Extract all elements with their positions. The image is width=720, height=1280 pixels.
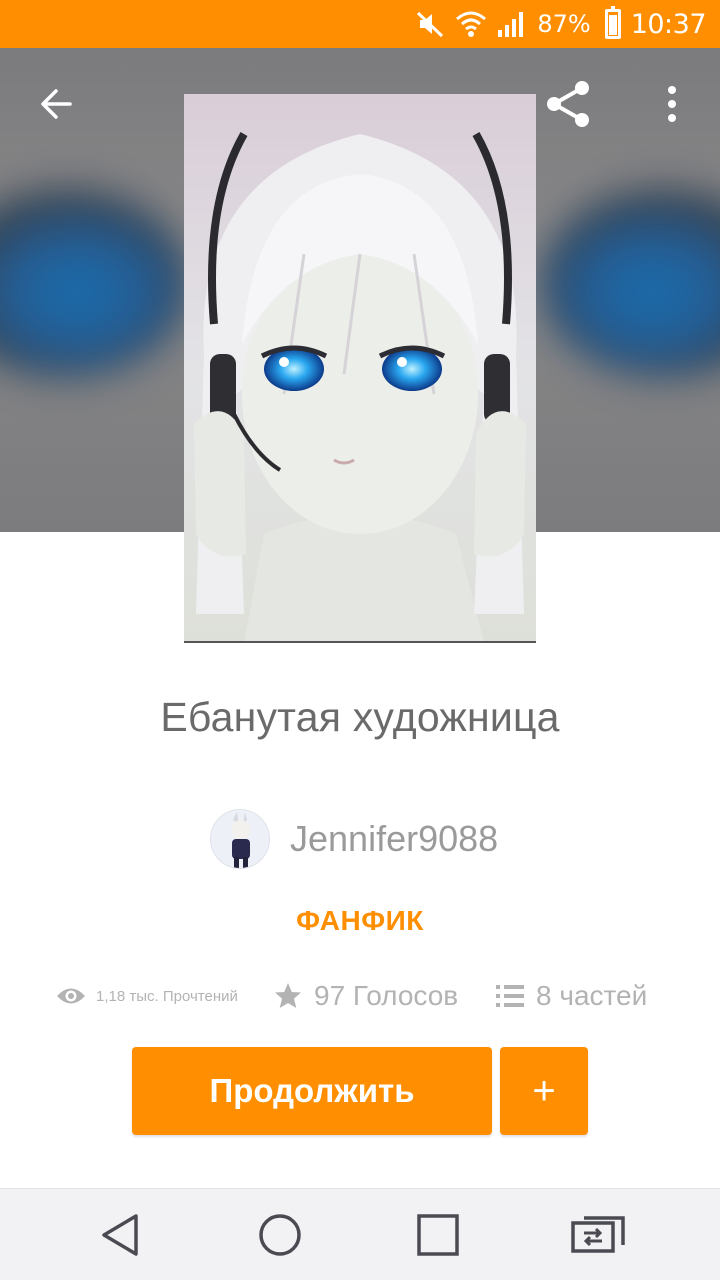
reads-count: 1,18 тыс. Прочтений [96, 987, 238, 1005]
signal-icon [497, 0, 527, 48]
nav-recent-apps-button[interactable] [388, 1189, 488, 1280]
list-icon [496, 985, 524, 1007]
avatar-image [211, 810, 269, 868]
nav-home-button[interactable] [230, 1189, 330, 1280]
arrow-back-icon [41, 89, 72, 119]
nav-back-button[interactable] [70, 1189, 170, 1280]
battery-percent: 87% [537, 10, 591, 38]
share-button[interactable] [536, 74, 600, 134]
story-stats: 1,18 тыс. Прочтений 97 Голосов 8 частей [56, 972, 676, 1020]
author-avatar[interactable] [210, 809, 270, 869]
reads-stat: 1,18 тыс. Прочтений [56, 972, 238, 1020]
add-to-library-button[interactable]: + [500, 1047, 588, 1135]
eye-icon [57, 988, 85, 1004]
share-icon [547, 81, 589, 127]
system-navigation-bar [0, 1188, 720, 1280]
status-bar: 87% 10:37 [0, 0, 720, 48]
author-name[interactable]: Jennifer9088 [290, 818, 498, 860]
author-link[interactable]: Jennifer9088 [210, 808, 498, 870]
parts-count: 8 частей [536, 980, 648, 1011]
story-title: Ебанутая художница [160, 694, 560, 740]
story-category[interactable]: ФАНФИК [0, 905, 720, 937]
continue-reading-button[interactable]: Продолжить [132, 1047, 492, 1135]
clock: 10:37 [630, 8, 707, 40]
battery-icon [604, 6, 621, 39]
story-cover-image[interactable] [184, 94, 536, 643]
star-icon [275, 983, 301, 1008]
cover-illustration [184, 94, 536, 641]
square-recents-icon [417, 1214, 459, 1256]
back-button[interactable] [24, 76, 88, 132]
parts-stat: 8 частей [496, 972, 647, 1020]
votes-stat: 97 Голосов [274, 972, 458, 1020]
nav-switch-app-button[interactable] [548, 1189, 648, 1280]
triangle-back-icon [102, 1214, 138, 1256]
wifi-icon [455, 0, 487, 48]
mute-icon [415, 0, 445, 48]
more-vertical-icon [668, 86, 676, 122]
circle-home-icon [259, 1214, 301, 1256]
votes-count: 97 Голосов [314, 980, 459, 1011]
more-options-button[interactable] [648, 76, 696, 132]
switch-windows-icon [571, 1216, 625, 1253]
